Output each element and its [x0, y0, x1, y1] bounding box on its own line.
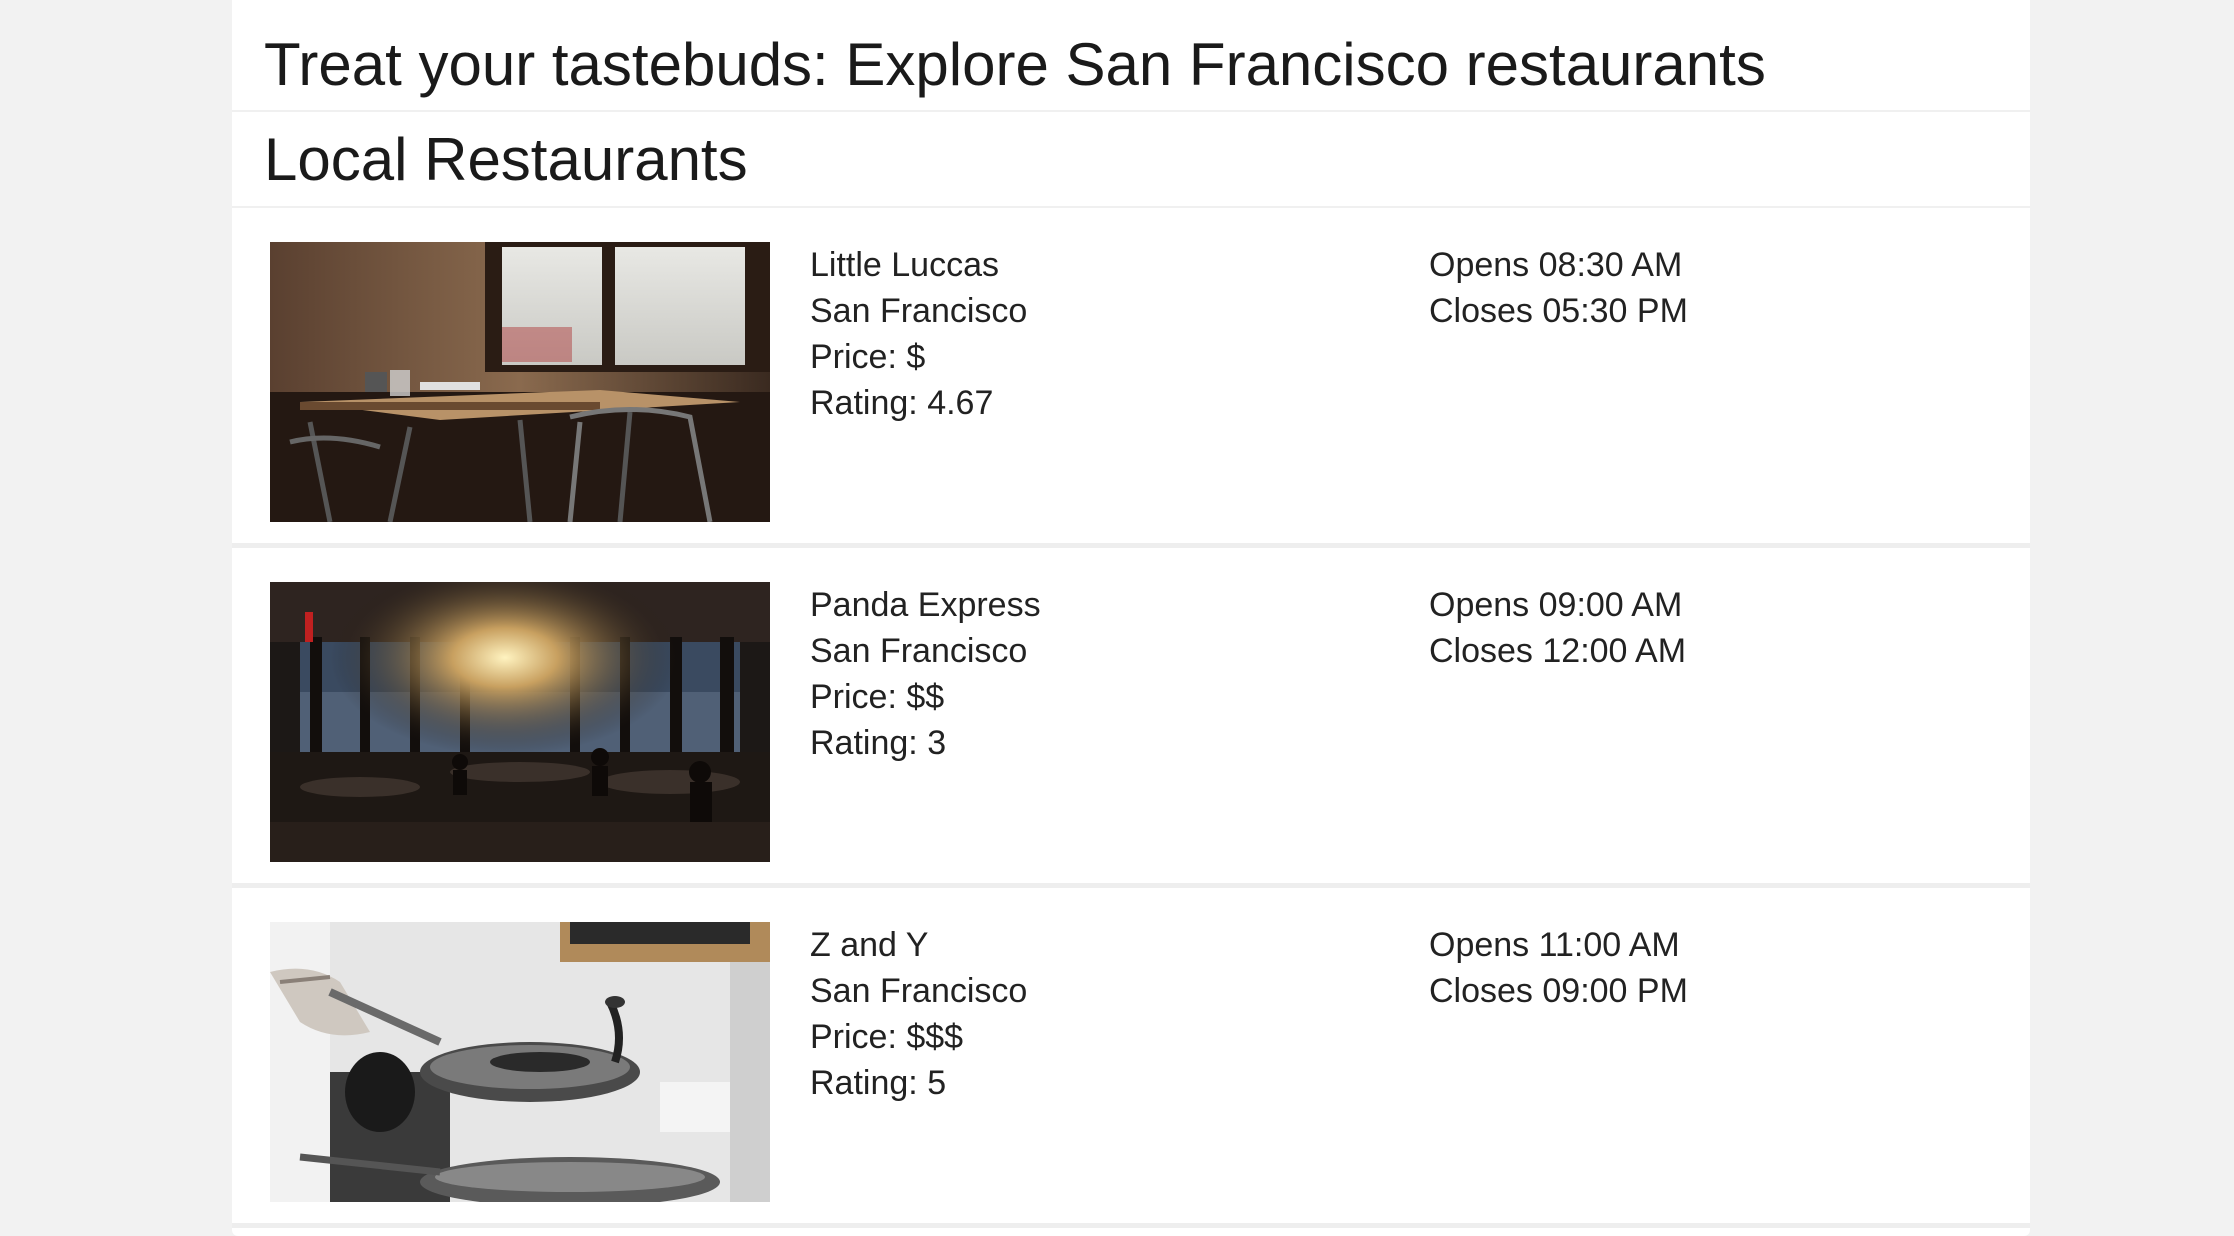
price-label: Price: [810, 1018, 907, 1056]
closes-value: 09:00 PM [1542, 972, 1688, 1010]
restaurant-name[interactable]: Z and Y [810, 922, 1027, 968]
restaurant-card[interactable]: Panda Express San Francisco Price: $$ Ra… [232, 548, 2030, 888]
opens-value: 09:00 AM [1538, 586, 1683, 624]
opening-time: Opens 09:00 AM [1429, 582, 1686, 628]
restaurant-hours: Opens 09:00 AM Closes 12:00 AM [1429, 582, 1686, 674]
section-title: Local Restaurants [232, 112, 2030, 208]
restaurant-rating: Rating: 3 [810, 720, 1041, 766]
rating-value: 5 [927, 1064, 947, 1102]
wok-cooking-photo [270, 922, 770, 1202]
opens-value: 08:30 AM [1538, 246, 1683, 284]
opening-time: Opens 11:00 AM [1429, 922, 1688, 968]
rating-value: 3 [927, 724, 947, 762]
closing-time: Closes 09:00 PM [1429, 968, 1688, 1014]
restaurant-price: Price: $$ [810, 674, 1041, 720]
restaurant-price: Price: $$$ [810, 1014, 1027, 1060]
restaurant-city: San Francisco [810, 292, 1028, 330]
restaurant-hours: Opens 08:30 AM Closes 05:30 PM [1429, 242, 1688, 334]
restaurant-hours: Opens 11:00 AM Closes 09:00 PM [1429, 922, 1688, 1014]
page-title: Treat your tastebuds: Explore San Franci… [232, 0, 2030, 112]
opening-time: Opens 08:30 AM [1429, 242, 1688, 288]
price-label: Price: [810, 678, 907, 716]
opens-label: Opens [1429, 246, 1539, 284]
opens-label: Opens [1429, 586, 1539, 624]
closes-value: 05:30 PM [1542, 292, 1688, 330]
price-value: $ [906, 338, 926, 376]
restaurant-city: San Francisco [810, 972, 1028, 1010]
opens-label: Opens [1429, 926, 1539, 964]
closes-label: Closes [1429, 292, 1543, 330]
restaurant-city: San Francisco [810, 632, 1028, 670]
closes-label: Closes [1429, 632, 1543, 670]
opens-value: 11:00 AM [1538, 926, 1680, 964]
price-value: $$$ [906, 1018, 964, 1056]
rating-label: Rating: [810, 724, 928, 762]
restaurant-list: Little Luccas San Francisco Price: $ Rat… [232, 208, 2030, 1228]
restaurant-name[interactable]: Little Luccas [810, 242, 1027, 288]
closes-label: Closes [1429, 972, 1543, 1010]
restaurant-photo[interactable] [270, 582, 770, 862]
closing-time: Closes 12:00 AM [1429, 628, 1686, 674]
restaurant-info: Z and Y San Francisco Price: $$$ Rating:… [810, 922, 1027, 1106]
rating-value: 4.67 [927, 384, 994, 422]
restaurant-photo[interactable] [270, 922, 770, 1202]
price-value: $$ [906, 678, 945, 716]
restaurant-rating: Rating: 5 [810, 1060, 1027, 1106]
restaurant-price: Price: $ [810, 334, 1027, 380]
restaurant-photo[interactable] [270, 242, 770, 522]
cafe-table-photo [270, 242, 770, 522]
rating-label: Rating: [810, 1064, 928, 1102]
restaurant-card[interactable]: Z and Y San Francisco Price: $$$ Rating:… [232, 888, 2030, 1228]
rating-label: Rating: [810, 384, 928, 422]
restaurant-info: Little Luccas San Francisco Price: $ Rat… [810, 242, 1027, 426]
closing-time: Closes 05:30 PM [1429, 288, 1688, 334]
restaurant-card[interactable]: Little Luccas San Francisco Price: $ Rat… [232, 208, 2030, 548]
restaurant-info: Panda Express San Francisco Price: $$ Ra… [810, 582, 1041, 766]
page-card: Treat your tastebuds: Explore San Franci… [232, 0, 2030, 1236]
restaurant-rating: Rating: 4.67 [810, 380, 1027, 426]
price-label: Price: [810, 338, 907, 376]
dining-room-photo [270, 582, 770, 862]
closes-value: 12:00 AM [1542, 632, 1687, 670]
restaurant-name[interactable]: Panda Express [810, 582, 1041, 628]
